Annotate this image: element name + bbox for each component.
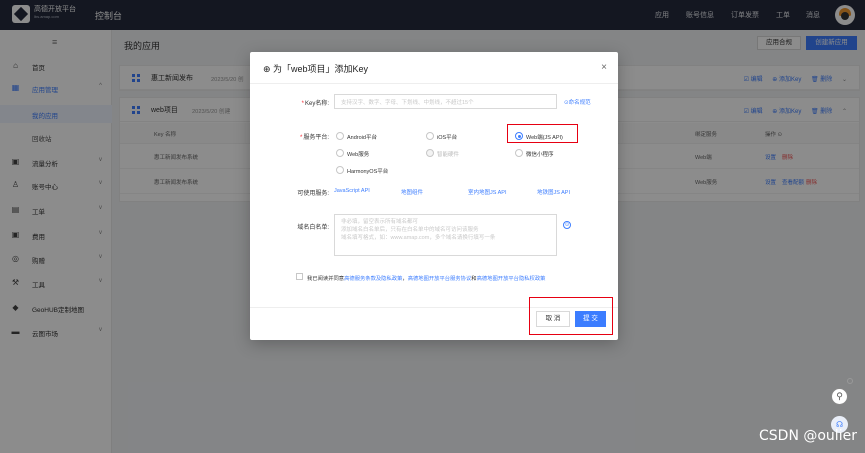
highlight-footer-buttons	[529, 297, 613, 335]
radio-label-wechat-mini-program: 微信小程序	[526, 152, 554, 158]
domain-whitelist-label: 域名白名单:	[297, 225, 329, 231]
terms-link[interactable]: 高德服务条款及隐私政策	[344, 276, 402, 282]
radio-label-web-service: Web服务	[347, 152, 370, 158]
service-platform-label: *服务平台:	[299, 135, 329, 141]
service-agreement-link[interactable]: 高德地图开放平台服务协议	[408, 276, 472, 282]
radio-label-ios: iOS平台	[437, 135, 458, 141]
placeholder-line: 添加域名白名单后，只有在白名单中的域名可访问该服务	[341, 227, 479, 233]
radio-ios[interactable]	[426, 132, 434, 140]
radio-web-service[interactable]	[336, 149, 344, 157]
agreement-text: 我已阅读并同意高德服务条款及隐私政策，高德地图开放平台服务协议和高德地图开放平台…	[307, 274, 545, 282]
agree-checkbox[interactable]	[296, 273, 303, 280]
service-subway-map-js-api[interactable]: 地铁图JS API	[537, 188, 570, 196]
help-search-icon[interactable]: ⚲	[831, 388, 848, 405]
add-key-dialog: ⊕ 为「web项目」添加Key × *Key名称: 支持汉字、数字、字母、下划线…	[250, 52, 618, 340]
watermark: CSDN @oulier	[759, 428, 857, 444]
radio-label-harmonyos: HarmonyOS平台	[347, 169, 389, 175]
placeholder-line: 域名填写格式，如：www.amap.com，多个域名请换行填写一条	[341, 235, 496, 241]
dialog-title: ⊕ 为「web项目」添加Key	[263, 64, 369, 74]
service-indoor-map-js-api[interactable]: 室内地图JS API	[468, 188, 507, 196]
key-name-input[interactable]: 支持汉字、数字、字母、下划线、中划线，不超过15个	[334, 94, 557, 109]
domain-whitelist-textarea[interactable]: 非必填，留空表示所有域名都可 添加域名白名单后，只有在白名单中的域名可访问该服务…	[334, 214, 557, 256]
service-javascript-api[interactable]: JavaScript API	[334, 188, 370, 194]
naming-rule-link[interactable]: ⊙命名规范	[564, 98, 591, 106]
scroll-indicator	[847, 378, 853, 384]
service-map-component[interactable]: 地图组件	[401, 188, 423, 196]
radio-smart-hardware[interactable]	[426, 149, 434, 157]
radio-label-smart-hardware: 智能硬件	[437, 152, 460, 158]
close-icon[interactable]: ×	[601, 62, 607, 73]
radio-wechat-mini-program[interactable]	[515, 149, 523, 157]
radio-harmonyos[interactable]	[336, 166, 344, 174]
divider	[250, 83, 618, 84]
highlight-web-js-api	[507, 124, 578, 143]
help-icon[interactable]: ⊙	[563, 221, 571, 229]
agree-prefix: 我已阅读并同意	[307, 276, 345, 282]
placeholder-line: 非必填，留空表示所有域名都可	[341, 219, 419, 225]
available-services-label: 可使用服务:	[297, 191, 329, 197]
radio-label-android: Android平台	[347, 135, 377, 141]
privacy-policy-link[interactable]: 高德地图开放平台隐私权政策	[477, 276, 546, 282]
key-name-label: *Key名称:	[301, 101, 329, 107]
radio-android[interactable]	[336, 132, 344, 140]
